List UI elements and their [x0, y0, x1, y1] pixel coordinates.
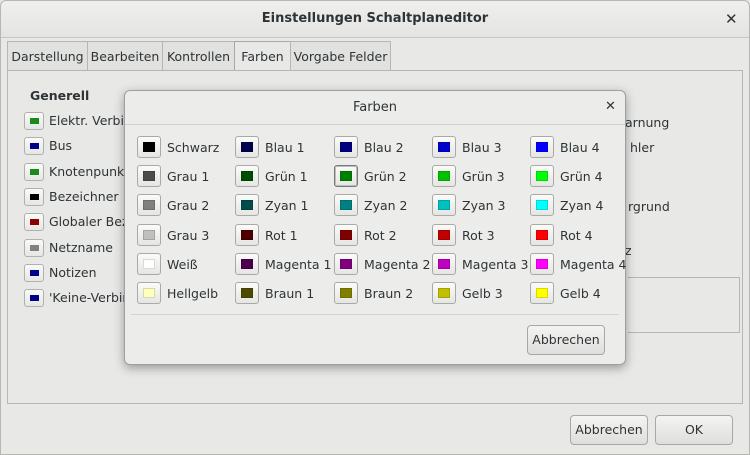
color-option-button[interactable]: [137, 223, 161, 246]
color-option-label: Braun 1: [265, 286, 315, 301]
color-option-button[interactable]: [137, 165, 161, 188]
color-option-label: Hellgelb: [167, 286, 219, 301]
color-option-button[interactable]: [334, 136, 358, 158]
color-option-button[interactable]: [235, 165, 259, 188]
color-option-button[interactable]: [235, 223, 259, 246]
color-option-label: Grün 1: [265, 169, 308, 185]
color-picker-dialog: Farben ✕ Schwarz Blau 1 Blau 2 Blau 3 Blau 4…: [124, 90, 626, 365]
color-chip: [241, 288, 253, 298]
color-chip: [241, 200, 253, 211]
dialog-close-icon[interactable]: ✕: [605, 99, 616, 114]
color-chip: [340, 200, 352, 211]
dialog-title: Farben: [125, 91, 625, 125]
color-option-button[interactable]: [432, 194, 456, 217]
color-option-button[interactable]: [235, 136, 259, 158]
color-chip: [143, 229, 155, 240]
color-option-label: Magenta 4: [560, 256, 627, 272]
color-option-button[interactable]: [334, 165, 358, 188]
color-chip: [438, 258, 450, 269]
color-option-label: Blau 2: [364, 140, 404, 155]
color-option-button[interactable]: [334, 252, 358, 275]
color-chip: [438, 229, 450, 240]
color-chip: [536, 200, 548, 211]
color-chip: [241, 171, 253, 182]
color-option-button[interactable]: [334, 282, 358, 304]
color-option-label: Magenta 1: [265, 256, 332, 272]
color-chip: [438, 200, 450, 211]
color-chip: [241, 258, 253, 269]
color-chip: [438, 142, 450, 152]
color-chip: [536, 288, 548, 298]
color-option-button[interactable]: [530, 136, 554, 158]
color-option-button[interactable]: [530, 194, 554, 217]
color-option-button[interactable]: [432, 165, 456, 188]
color-chip: [536, 258, 548, 269]
color-option-button[interactable]: [334, 194, 358, 217]
color-option-label: Schwarz: [167, 140, 220, 155]
color-option-label: Gelb 3: [462, 286, 503, 301]
color-option-label: Grün 4: [560, 169, 603, 185]
color-chip: [340, 171, 352, 182]
color-option-label: Rot 3: [462, 227, 495, 243]
color-chip: [438, 171, 450, 182]
color-option-label: Grau 2: [167, 198, 210, 214]
color-option-button[interactable]: [530, 282, 554, 304]
color-chip: [143, 142, 155, 152]
color-chip: [143, 171, 155, 182]
color-chip: [241, 142, 253, 152]
dialog-cancel-button[interactable]: Abbrechen: [527, 325, 605, 355]
color-option-button[interactable]: [432, 252, 456, 275]
color-option-label: Grün 3: [462, 169, 505, 185]
color-option-button[interactable]: [530, 252, 554, 275]
color-option-button[interactable]: [137, 252, 161, 275]
color-chip: [143, 200, 155, 211]
color-option-label: Blau 3: [462, 140, 502, 155]
color-option-button[interactable]: [530, 165, 554, 188]
color-option-button[interactable]: [235, 252, 259, 275]
color-option-button[interactable]: [432, 282, 456, 304]
color-option-label: Rot 4: [560, 227, 593, 243]
color-chip: [241, 229, 253, 240]
color-chip: [340, 229, 352, 240]
color-option-button[interactable]: [137, 282, 161, 304]
color-chip: [143, 288, 155, 298]
color-option-button[interactable]: [137, 194, 161, 217]
color-option-label: Zyan 1: [265, 198, 309, 214]
color-chip: [438, 288, 450, 298]
color-option-label: Zyan 2: [364, 198, 408, 214]
color-chip: [536, 229, 548, 240]
color-option-label: Grau 1: [167, 169, 210, 185]
color-option-label: Gelb 4: [560, 286, 601, 301]
color-chip: [340, 288, 352, 298]
color-option-button[interactable]: [530, 223, 554, 246]
color-option-label: Grün 2: [364, 169, 407, 185]
dialog-separator: [131, 314, 619, 315]
color-option-label: Blau 4: [560, 140, 600, 155]
color-option-label: Rot 2: [364, 227, 397, 243]
color-option-label: Zyan 3: [462, 198, 506, 214]
color-option-label: Magenta 2: [364, 256, 431, 272]
color-option-label: Braun 2: [364, 286, 414, 301]
color-option-button[interactable]: [235, 282, 259, 304]
color-chip: [536, 142, 548, 152]
modal-overlay: Farben ✕ Schwarz Blau 1 Blau 2 Blau 3 Blau 4…: [0, 0, 750, 455]
color-option-label: Magenta 3: [462, 256, 529, 272]
color-chip: [340, 142, 352, 152]
color-chip: [340, 258, 352, 269]
color-chip: [536, 171, 548, 182]
color-option-button[interactable]: [137, 136, 161, 158]
color-option-label: Rot 1: [265, 227, 298, 243]
color-option-button[interactable]: [432, 223, 456, 246]
color-option-label: Zyan 4: [560, 198, 604, 214]
color-option-button[interactable]: [235, 194, 259, 217]
color-option-label: Blau 1: [265, 140, 305, 155]
color-chip: [143, 258, 155, 269]
color-option-label: Grau 3: [167, 227, 210, 243]
color-option-button[interactable]: [334, 223, 358, 246]
color-option-button[interactable]: [432, 136, 456, 158]
color-option-label: Weiß: [167, 256, 198, 272]
